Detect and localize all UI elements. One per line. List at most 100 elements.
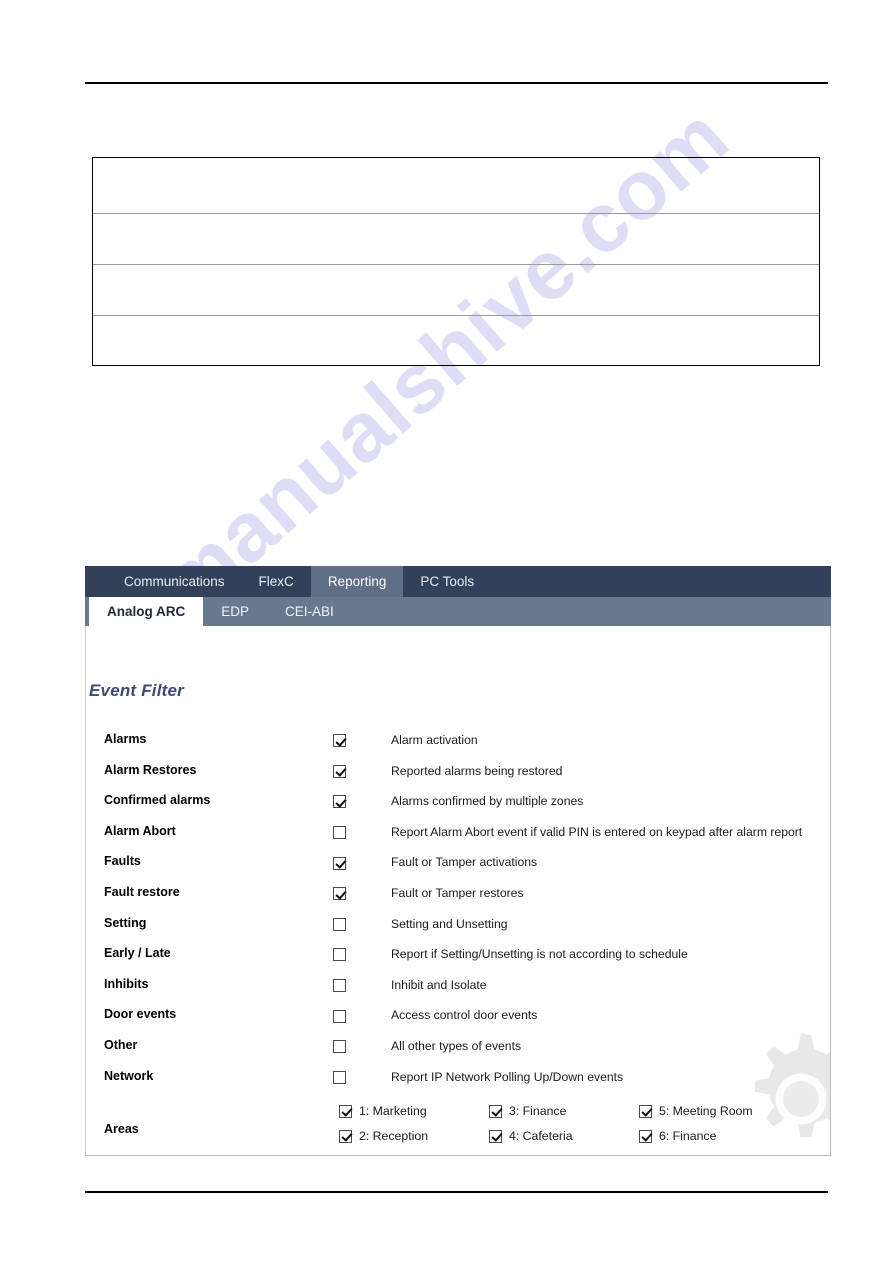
filter-row-alarm-abort: Alarm Abort Report Alarm Abort event if … <box>86 824 830 855</box>
filter-description: Alarms confirmed by multiple zones <box>391 794 584 809</box>
subtab-analog-arc[interactable]: Analog ARC <box>89 597 204 626</box>
checkbox-setting[interactable] <box>333 916 346 934</box>
checkbox-icon <box>489 1129 502 1143</box>
filter-description: Fault or Tamper activations <box>391 855 538 870</box>
checkbox-icon <box>333 1009 346 1023</box>
areas-grid: 1: Marketing 3: Finance 5: Meeting Room <box>339 1104 789 1154</box>
checkbox-icon <box>333 948 346 962</box>
areas-row: 2: Reception 4: Cafeteria 6: Finance <box>339 1129 789 1154</box>
page-header-rule <box>85 82 828 84</box>
checkbox-icon <box>639 1104 652 1118</box>
filter-row-early-late: Early / Late Report if Setting/Unsetting… <box>86 946 830 977</box>
filter-description: Report Alarm Abort event if valid PIN is… <box>391 824 803 839</box>
checkbox-inhibits[interactable] <box>333 977 346 995</box>
checkbox-confirmed-alarms[interactable] <box>333 793 346 811</box>
checkbox-icon <box>339 1129 352 1143</box>
tab-label: FlexC <box>258 574 294 589</box>
checkbox-faults[interactable] <box>333 854 346 872</box>
checkbox-fault-restore[interactable] <box>333 885 346 903</box>
filter-row-inhibits: Inhibits Inhibit and Isolate <box>86 977 830 1008</box>
filter-description: All other types of events <box>391 1038 522 1053</box>
area-checkbox-1[interactable]: 1: Marketing <box>339 1104 489 1118</box>
tab-pc-tools[interactable]: PC Tools <box>403 566 491 597</box>
filter-label: Inhibits <box>104 976 149 991</box>
table-row <box>93 158 819 214</box>
filter-row-alarm-restores: Alarm Restores Reported alarms being res… <box>86 763 830 794</box>
filter-label: Other <box>104 1037 138 1052</box>
application-panel: Communications FlexC Reporting PC Tools … <box>85 566 831 1156</box>
filter-label: Network <box>104 1068 154 1083</box>
filter-label: Early / Late <box>104 946 171 961</box>
tab-reporting[interactable]: Reporting <box>310 566 404 597</box>
subtab-cei-abi[interactable]: CEI-ABI <box>267 597 352 626</box>
main-tab-bar: Communications FlexC Reporting PC Tools <box>85 566 831 597</box>
checkbox-icon <box>333 887 346 901</box>
document-table <box>92 157 820 366</box>
checkbox-network[interactable] <box>333 1069 346 1087</box>
checkbox-alarm-abort[interactable] <box>333 824 346 842</box>
filter-description: Fault or Tamper restores <box>391 885 524 900</box>
area-label: 5: Meeting Room <box>659 1104 753 1118</box>
subtab-label: EDP <box>221 604 250 619</box>
subtab-edp[interactable]: EDP <box>203 597 267 626</box>
checkbox-icon <box>339 1104 352 1118</box>
tab-flexc[interactable]: FlexC <box>242 566 311 597</box>
filter-row-fault-restore: Fault restore Fault or Tamper restores <box>86 885 830 916</box>
area-checkbox-5[interactable]: 5: Meeting Room <box>639 1104 789 1118</box>
filter-row-faults: Faults Fault or Tamper activations <box>86 854 830 885</box>
area-checkbox-3[interactable]: 3: Finance <box>489 1104 639 1118</box>
filter-label: Faults <box>104 854 141 869</box>
area-checkbox-4[interactable]: 4: Cafeteria <box>489 1129 639 1143</box>
checkbox-early-late[interactable] <box>333 946 346 964</box>
filter-label: Confirmed alarms <box>104 793 211 808</box>
tab-label: PC Tools <box>420 574 475 589</box>
checkbox-alarm-restores[interactable] <box>333 763 346 781</box>
checkbox-icon <box>333 856 346 870</box>
checkbox-icon <box>333 826 346 840</box>
filter-label: Alarms <box>104 732 147 746</box>
tab-label: Reporting <box>327 574 387 589</box>
area-checkbox-2[interactable]: 2: Reception <box>339 1129 489 1143</box>
subtab-label: CEI-ABI <box>285 604 334 619</box>
filter-description: Access control door events <box>391 1008 538 1023</box>
table-row <box>93 265 819 316</box>
checkbox-icon <box>639 1129 652 1143</box>
filter-row-network: Network Report IP Network Polling Up/Dow… <box>86 1069 830 1100</box>
checkbox-icon <box>333 917 346 931</box>
filter-description: Setting and Unsetting <box>391 916 508 931</box>
tab-communications[interactable]: Communications <box>107 566 242 597</box>
event-filter-list: Alarms Alarm activation Alarm Restores R… <box>86 732 830 1099</box>
checkbox-other[interactable] <box>333 1038 346 1056</box>
filter-description: Report IP Network Polling Up/Down events <box>391 1069 624 1084</box>
area-checkbox-6[interactable]: 6: Finance <box>639 1129 789 1143</box>
panel-body: Event Filter Alarms Alarm activation Ala… <box>85 626 831 1156</box>
filter-description: Reported alarms being restored <box>391 763 563 778</box>
page-title: Event Filter <box>89 681 184 700</box>
filter-row-confirmed-alarms: Confirmed alarms Alarms confirmed by mul… <box>86 793 830 824</box>
filter-row-door-events: Door events Access control door events <box>86 1007 830 1038</box>
filter-label: Fault restore <box>104 884 180 899</box>
subtab-label: Analog ARC <box>107 604 186 619</box>
areas-label: Areas <box>104 1122 139 1136</box>
checkbox-alarms[interactable] <box>333 732 346 750</box>
checkbox-icon <box>333 764 346 778</box>
checkbox-icon <box>333 979 346 993</box>
checkbox-door-events[interactable] <box>333 1007 346 1025</box>
filter-description: Report if Setting/Unsetting is not accor… <box>391 947 688 962</box>
checkbox-icon <box>489 1104 502 1118</box>
checkbox-icon <box>333 795 346 809</box>
filter-label: Alarm Abort <box>104 823 176 838</box>
sub-tab-bar: Analog ARC EDP CEI-ABI <box>85 597 831 626</box>
area-label: 3: Finance <box>509 1104 567 1118</box>
area-label: 2: Reception <box>359 1129 429 1143</box>
area-label: 4: Cafeteria <box>509 1129 573 1143</box>
filter-label: Setting <box>104 915 147 930</box>
filter-description: Alarm activation <box>391 733 478 747</box>
areas-row: 1: Marketing 3: Finance 5: Meeting Room <box>339 1104 789 1129</box>
filter-label: Alarm Restores <box>104 762 197 777</box>
filter-row-other: Other All other types of events <box>86 1038 830 1069</box>
checkbox-icon <box>333 1070 346 1084</box>
area-label: 1: Marketing <box>359 1104 427 1118</box>
filter-row-alarms: Alarms Alarm activation <box>86 732 830 763</box>
checkbox-icon <box>333 1040 346 1054</box>
